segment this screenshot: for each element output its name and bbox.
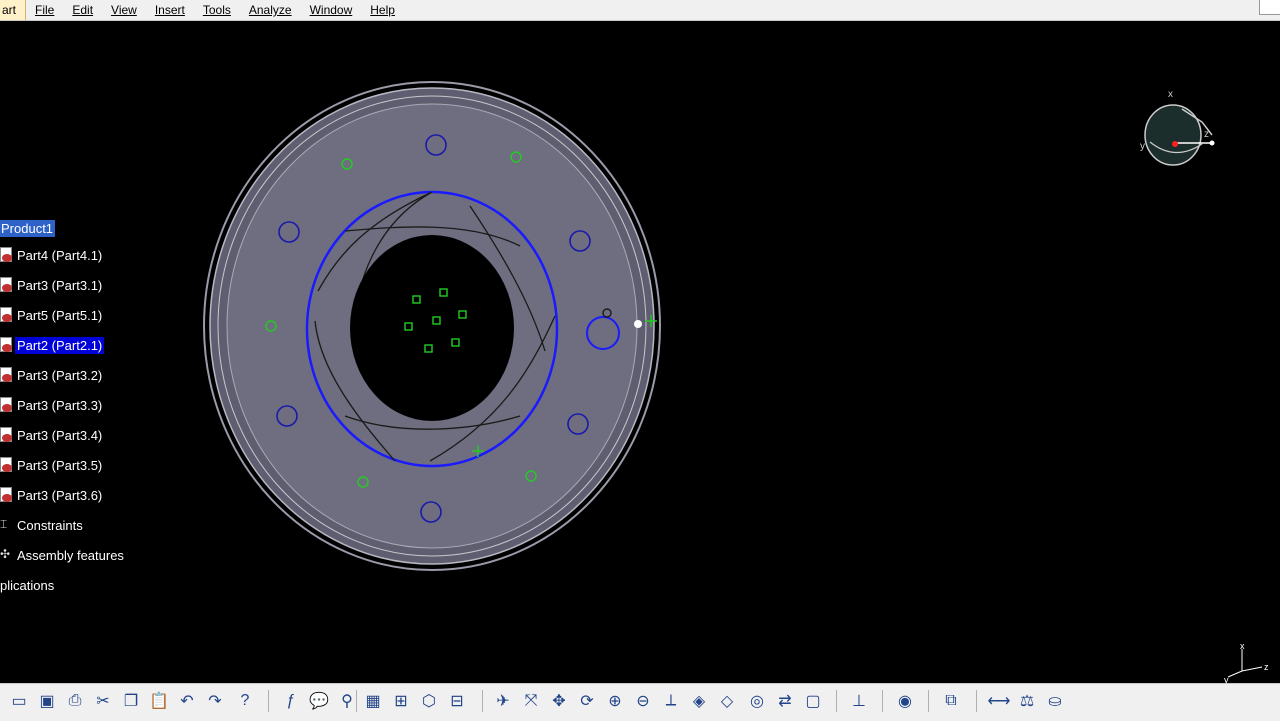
toolbar-separator — [976, 690, 977, 712]
render-icon[interactable]: ▢ — [802, 690, 824, 712]
tree-item[interactable]: Part5 (Part5.1) — [0, 305, 104, 325]
toolbar-separator — [836, 690, 837, 712]
menu-bar: art File Edit View Insert Tools Analyze … — [0, 0, 1280, 21]
whats-this-icon[interactable]: ? — [234, 690, 256, 712]
3d-viewport[interactable]: x y z x z y Product1 Part4 (Part4.1) Par… — [0, 21, 1280, 685]
bottle-icon[interactable]: ⛀ — [1044, 690, 1066, 712]
zoom-in-icon[interactable]: ⊕ — [604, 690, 626, 712]
formula-icon[interactable]: ƒ — [280, 690, 302, 712]
menu-window[interactable]: Window — [301, 0, 362, 20]
measure-icon[interactable]: ⬡ — [418, 690, 440, 712]
catalog-icon[interactable]: ⊞ — [390, 690, 412, 712]
part-icon — [0, 457, 14, 473]
part-icon — [0, 277, 14, 293]
svg-text:x: x — [1240, 641, 1245, 651]
toolbar-separator — [356, 690, 357, 712]
toolbar-separator — [928, 690, 929, 712]
menu-start[interactable]: art — [0, 0, 27, 20]
iso-view-icon[interactable]: ◈ — [688, 690, 710, 712]
part-icon — [0, 337, 14, 353]
sectioning-icon[interactable]: ⟷ — [988, 690, 1011, 712]
toolbar-separator — [482, 690, 483, 712]
zoom-out-icon[interactable]: ⊖ — [632, 690, 654, 712]
compass-x-label: x — [1168, 89, 1173, 100]
tree-root[interactable]: Product1 — [0, 218, 56, 238]
tree-item[interactable]: Part3 (Part3.5) — [0, 455, 104, 475]
tree-constraints[interactable]: ⌶ Constraints — [0, 515, 85, 535]
tree-item[interactable]: Part3 (Part3.2) — [0, 365, 104, 385]
tree-item[interactable]: Part3 (Part3.6) — [0, 485, 104, 505]
view-mode-icon[interactable]: ◇ — [716, 690, 738, 712]
comment-icon[interactable]: 💬 — [308, 690, 330, 712]
tree-root-label[interactable]: Product1 — [0, 219, 56, 237]
part-icon — [0, 307, 14, 323]
clash-icon[interactable]: ⧉ — [940, 690, 962, 712]
bottom-toolbar: ▭ ▣ ⎙ ✂ ❐ 📋 ↶ ↷ ? ƒ 💬 ⚲ ▦ ⊞ ⬡ ⊟ ✈ ⤧ ✥ ⟳ … — [0, 683, 1280, 721]
assembly-features-icon: ✣ — [0, 547, 11, 561]
menu-file[interactable]: File — [26, 0, 63, 20]
part-icon — [0, 247, 14, 263]
pan-icon[interactable]: ✥ — [548, 690, 570, 712]
svg-text:z: z — [1264, 662, 1269, 672]
paste-icon[interactable]: 📋 — [148, 690, 170, 712]
undo-icon[interactable]: ↶ — [176, 690, 198, 712]
toolbar-separator — [882, 690, 883, 712]
constraints-icon: ⌶ — [0, 517, 8, 531]
cursor-hand-icon — [634, 320, 642, 328]
assembly-geometry[interactable] — [0, 21, 1280, 683]
swap-space-icon[interactable]: ⇄ — [774, 690, 796, 712]
analysis-icon[interactable]: ⊟ — [446, 690, 468, 712]
save-icon[interactable]: ▣ — [36, 690, 58, 712]
part-icon — [0, 427, 14, 443]
knowledge-icon[interactable]: ⚲ — [336, 690, 358, 712]
menu-insert[interactable]: Insert — [146, 0, 194, 20]
weight-icon[interactable]: ⚖ — [1016, 690, 1038, 712]
tree-assembly-features[interactable]: ✣ Assembly features — [0, 545, 126, 565]
part-icon — [0, 367, 14, 383]
compass-z-label: z — [1204, 129, 1209, 140]
tree-applications[interactable]: plications — [0, 575, 56, 595]
tree-item[interactable]: Part4 (Part4.1) — [0, 245, 104, 265]
menu-edit[interactable]: Edit — [63, 0, 102, 20]
tree-expand-icon[interactable]: ⊥ — [848, 690, 870, 712]
normal-view-icon[interactable]: ⟂ — [660, 690, 682, 712]
compass-icon[interactable]: x y z — [1140, 87, 1220, 187]
axis-triad-icon: x z y — [1224, 641, 1269, 685]
part-icon — [0, 487, 14, 503]
menu-help[interactable]: Help — [361, 0, 404, 20]
cut-icon[interactable]: ✂ — [92, 690, 114, 712]
print-icon[interactable]: ⎙ — [64, 690, 86, 712]
compass-y-label: y — [1140, 141, 1145, 152]
menu-tools[interactable]: Tools — [194, 0, 240, 20]
hide-show-icon[interactable]: ◎ — [746, 690, 768, 712]
tree-item-selected[interactable]: Part2 (Part2.1) — [0, 335, 105, 355]
tree-item[interactable]: Part3 (Part3.4) — [0, 425, 104, 445]
tree-item[interactable]: Part3 (Part3.3) — [0, 395, 104, 415]
menu-view[interactable]: View — [102, 0, 146, 20]
table-icon[interactable]: ▦ — [362, 690, 384, 712]
rotate-icon[interactable]: ⟳ — [576, 690, 598, 712]
fit-all-icon[interactable]: ⤧ — [520, 690, 542, 712]
open-folder-icon[interactable]: ▭ — [8, 690, 30, 712]
capture-icon[interactable]: ◉ — [894, 690, 916, 712]
copy-icon[interactable]: ❐ — [120, 690, 142, 712]
fly-mode-icon[interactable]: ✈ — [492, 690, 514, 712]
part-icon — [0, 397, 14, 413]
redo-icon[interactable]: ↷ — [204, 690, 226, 712]
window-restore-button[interactable] — [1259, 0, 1280, 15]
center-opening — [350, 235, 514, 421]
menu-analyze[interactable]: Analyze — [240, 0, 301, 20]
toolbar-separator — [268, 690, 269, 712]
tree-item[interactable]: Part3 (Part3.1) — [0, 275, 104, 295]
